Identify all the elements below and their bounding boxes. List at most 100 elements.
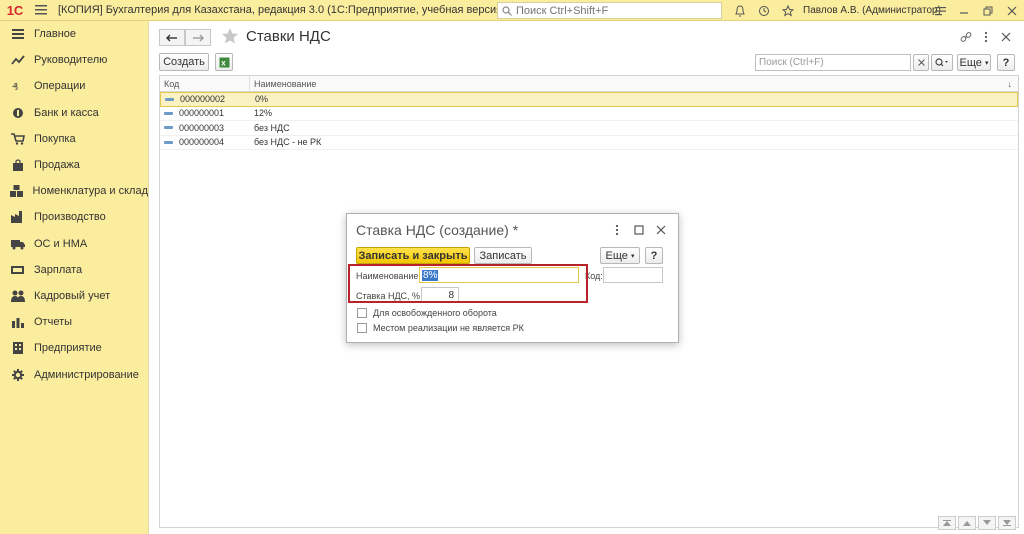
table-row[interactable]: 000000001 12% [160, 107, 1018, 121]
people-icon [10, 289, 26, 303]
close-icon[interactable] [1000, 0, 1024, 21]
svg-text:x: x [221, 58, 226, 67]
more-vertical-icon[interactable] [606, 221, 628, 239]
sidebar-item-bank[interactable]: Банк и касса [0, 100, 148, 126]
global-search[interactable] [497, 2, 722, 19]
favorites-star-icon[interactable] [776, 0, 800, 21]
back-button[interactable] [159, 29, 185, 46]
sidebar-item-sales[interactable]: Продажа [0, 152, 148, 178]
sidebar-item-label: Номенклатура и склад [32, 185, 148, 198]
help-button[interactable]: ? [997, 54, 1015, 71]
sidebar-item-hr[interactable]: Кадровый учет [0, 283, 148, 309]
sidebar-item-purchase[interactable]: Покупка [0, 126, 148, 152]
scroll-first-button[interactable] [938, 516, 956, 530]
sidebar-item-manager[interactable]: Руководителю [0, 47, 148, 73]
scroll-last-button[interactable] [998, 516, 1016, 530]
scroll-up-button[interactable] [958, 516, 976, 530]
chevron-down-icon: ▾ [630, 252, 635, 260]
sidebar-item-label: Продажа [34, 159, 80, 172]
operations-icon: ₰ [10, 79, 26, 93]
bag-icon [10, 158, 26, 172]
exempt-checkbox-row[interactable]: Для освобожденного оборота [357, 308, 497, 318]
sidebar-item-label: Покупка [34, 132, 76, 145]
minimize-icon[interactable] [952, 0, 976, 21]
sidebar: Главное Руководителю ₰ Операции Банк и к… [0, 21, 148, 534]
save-button[interactable]: Записать [474, 247, 532, 264]
history-icon[interactable] [752, 0, 776, 21]
sidebar-item-label: Зарплата [34, 263, 83, 276]
column-header-name[interactable]: Наименование ↓ [250, 76, 1018, 91]
column-header-code[interactable]: Код [160, 76, 250, 91]
sidebar-item-inventory[interactable]: Номенклатура и склад [0, 178, 148, 204]
exempt-checkbox[interactable] [357, 308, 367, 318]
more-vertical-icon[interactable] [976, 27, 996, 47]
sidebar-item-label: Операции [34, 80, 86, 93]
not-rk-checkbox[interactable] [357, 323, 367, 333]
list-search-input[interactable]: Поиск (Ctrl+F) [755, 54, 911, 71]
sidebar-item-label: Администрирование [34, 368, 139, 381]
svg-text:₰: ₰ [12, 82, 18, 92]
bar-chart-icon [10, 315, 26, 329]
clear-search-button[interactable] [913, 54, 929, 71]
building-icon [10, 341, 26, 355]
dialog-help-button[interactable]: ? [645, 247, 663, 264]
truck-icon [10, 237, 26, 251]
not-rk-checkbox-row[interactable]: Местом реализации не является РК [357, 323, 524, 333]
arrow-right-icon [193, 34, 204, 41]
item-marker-icon [164, 126, 173, 130]
clear-icon [917, 59, 925, 66]
sidebar-item-label: Кадровый учет [34, 289, 111, 302]
close-form-icon[interactable] [996, 27, 1016, 47]
hamburger-menu-icon[interactable] [30, 0, 52, 21]
forward-button[interactable] [185, 29, 211, 46]
maximize-icon[interactable] [628, 221, 650, 239]
sidebar-item-enterprise[interactable]: Предприятие [0, 335, 148, 361]
chevron-down-icon: ▾ [984, 59, 989, 67]
table-row[interactable]: 000000002 0% [160, 92, 1018, 107]
item-marker-icon [164, 140, 173, 144]
table-row[interactable]: 000000004 без НДС - не РК [160, 136, 1018, 150]
favorite-star-icon[interactable] [221, 27, 239, 48]
search-button[interactable] [931, 54, 953, 71]
close-icon[interactable] [650, 221, 672, 239]
sidebar-item-production[interactable]: Производство [0, 204, 148, 230]
money-icon [10, 263, 26, 277]
dialog-more-button[interactable]: Еще ▾ [600, 247, 640, 264]
sidebar-item-assets[interactable]: ОС и НМА [0, 231, 148, 257]
app-title: [КОПИЯ] Бухгалтерия для Казахстана, реда… [58, 4, 506, 16]
sidebar-item-label: Банк и касса [34, 106, 99, 119]
table-row[interactable]: 000000003 без НДС [160, 121, 1018, 136]
scroll-down-button[interactable] [978, 516, 996, 530]
create-button[interactable]: Создать [159, 53, 209, 71]
boxes-icon [10, 184, 25, 198]
global-search-input[interactable] [516, 4, 711, 17]
sidebar-item-salary[interactable]: Зарплата [0, 257, 148, 283]
sidebar-item-reports[interactable]: Отчеты [0, 309, 148, 335]
more-button[interactable]: Еще ▾ [957, 54, 991, 71]
sidebar-item-label: Руководителю [34, 54, 108, 67]
title-bar: 1С [КОПИЯ] Бухгалтерия для Казахстана, р… [0, 0, 1024, 21]
settings-menu-icon[interactable] [928, 0, 952, 21]
sidebar-item-label: ОС и НМА [34, 237, 88, 250]
code-field[interactable] [603, 267, 663, 283]
link-icon[interactable] [956, 27, 976, 47]
sidebar-item-label: Отчеты [34, 316, 73, 329]
sidebar-item-admin[interactable]: Администрирование [0, 361, 148, 387]
bell-icon[interactable] [728, 0, 752, 21]
arrow-left-icon [166, 34, 177, 41]
current-user[interactable]: Павлов А.В. (Администратор) [803, 0, 941, 21]
restore-icon[interactable] [976, 0, 1000, 21]
excel-icon: x [219, 57, 229, 67]
sidebar-item-label: Главное [34, 28, 77, 41]
trend-icon [10, 53, 26, 67]
save-and-close-button[interactable]: Записать и закрыть [356, 247, 470, 264]
search-icon [935, 58, 948, 67]
sidebar-item-main[interactable]: Главное [0, 21, 148, 47]
excel-export-button[interactable]: x [215, 53, 233, 71]
page-title: Ставки НДС [246, 28, 331, 45]
menu-icon [10, 27, 26, 41]
app-logo: 1С [6, 2, 24, 18]
dialog-title: Ставка НДС (создание) * [356, 222, 519, 238]
sidebar-item-label: Предприятие [34, 342, 102, 355]
sidebar-item-operations[interactable]: ₰ Операции [0, 73, 148, 99]
